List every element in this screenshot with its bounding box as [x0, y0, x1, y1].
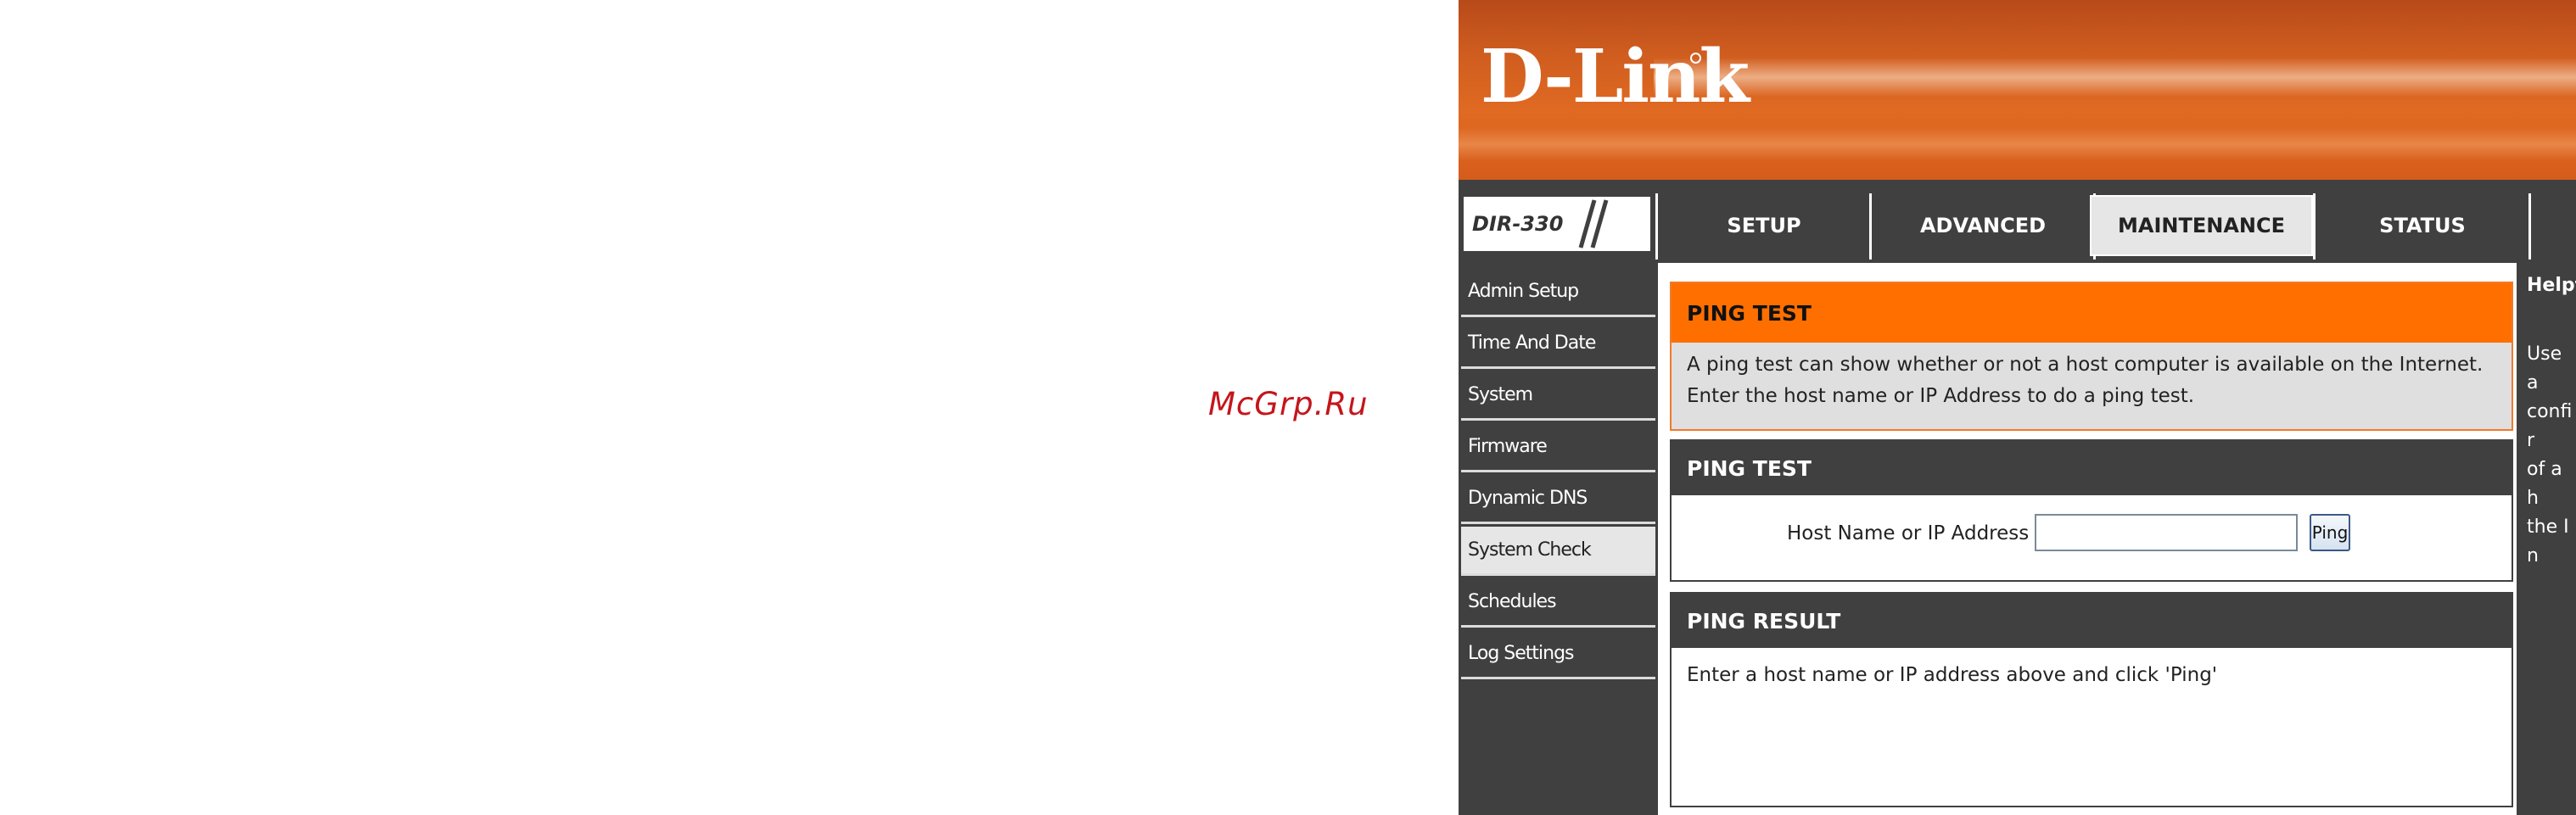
sidebar-item-admin-setup[interactable]: Admin Setup: [1461, 268, 1655, 317]
tab-divider: [2313, 193, 2316, 260]
help-line: of a h: [2527, 459, 2562, 509]
ping-test-panel: PING TEST Host Name or IP Address : Ping: [1670, 439, 2513, 582]
model-badge: DIR-330: [1464, 197, 1650, 251]
help-line: Use a: [2527, 343, 2562, 394]
intro-title: PING TEST: [1672, 283, 2512, 343]
help-inner: Helpf Use a confir of a h the In: [2527, 275, 2576, 571]
help-panel: Helpf Use a confir of a h the In: [2522, 263, 2576, 815]
sidebar-item-schedules[interactable]: Schedules: [1461, 578, 1655, 628]
host-input[interactable]: [2035, 514, 2298, 551]
sidebar-item-firmware[interactable]: Firmware: [1461, 423, 1655, 472]
tab-divider: [1869, 193, 1872, 260]
tab-divider: [2528, 193, 2531, 260]
model-label: DIR-330: [1472, 212, 1564, 236]
ping-result-title: PING RESULT: [1672, 594, 2512, 648]
main-content: PING TEST A ping test can show whether o…: [1658, 263, 2517, 815]
banner-shine: [1654, 58, 2576, 97]
intro-panel: PING TEST A ping test can show whether o…: [1670, 282, 2513, 431]
help-line: confir: [2527, 401, 2573, 451]
help-text: Use a confir of a h the In: [2527, 340, 2576, 571]
tab-status[interactable]: STATUS: [2316, 195, 2528, 256]
tab-help[interactable]: [2532, 195, 2576, 256]
watermark: McGrp.Ru: [1208, 386, 1369, 422]
help-title: Helpf: [2527, 275, 2576, 296]
sidebar-item-dynamic-dns[interactable]: Dynamic DNS: [1461, 475, 1655, 524]
sidebar-item-system[interactable]: System: [1461, 371, 1655, 421]
tab-advanced[interactable]: ADVANCED: [1873, 195, 2093, 256]
main-tab-bar: DIR-330 SETUP ADVANCED MAINTENANCE STATU…: [1459, 185, 2576, 263]
router-admin-window: D-Link DIR-330 SETUP ADVANCED MAINTENANC…: [1459, 0, 2576, 815]
ping-result-text: Enter a host name or IP address above an…: [1687, 664, 2218, 686]
ping-button[interactable]: Ping: [2310, 514, 2350, 551]
tab-setup[interactable]: SETUP: [1659, 195, 1869, 256]
tab-maintenance[interactable]: MAINTENANCE: [2090, 195, 2313, 256]
help-line: the In: [2527, 516, 2569, 567]
sidebar-item-system-check[interactable]: System Check: [1461, 527, 1655, 576]
slashes-icon: [1578, 199, 1609, 248]
registered-mark-icon: [1690, 53, 1701, 64]
dlink-logo: D-Link: [1481, 34, 1750, 120]
ping-result-panel: PING RESULT Enter a host name or IP addr…: [1670, 592, 2513, 807]
banner-shine-lower: [1459, 127, 2576, 161]
host-label: Host Name or IP Address :: [1787, 522, 2042, 544]
intro-text: A ping test can show whether or not a ho…: [1687, 354, 2484, 407]
ping-test-title: PING TEST: [1672, 441, 2512, 495]
tab-divider: [1655, 193, 1658, 260]
sidebar: Admin Setup Time And Date System Firmwar…: [1459, 263, 1655, 815]
header-banner: D-Link: [1459, 0, 2576, 180]
sidebar-item-time-and-date[interactable]: Time And Date: [1461, 320, 1655, 369]
sidebar-item-log-settings[interactable]: Log Settings: [1461, 630, 1655, 679]
host-form-row: Host Name or IP Address : Ping: [1672, 495, 2512, 578]
